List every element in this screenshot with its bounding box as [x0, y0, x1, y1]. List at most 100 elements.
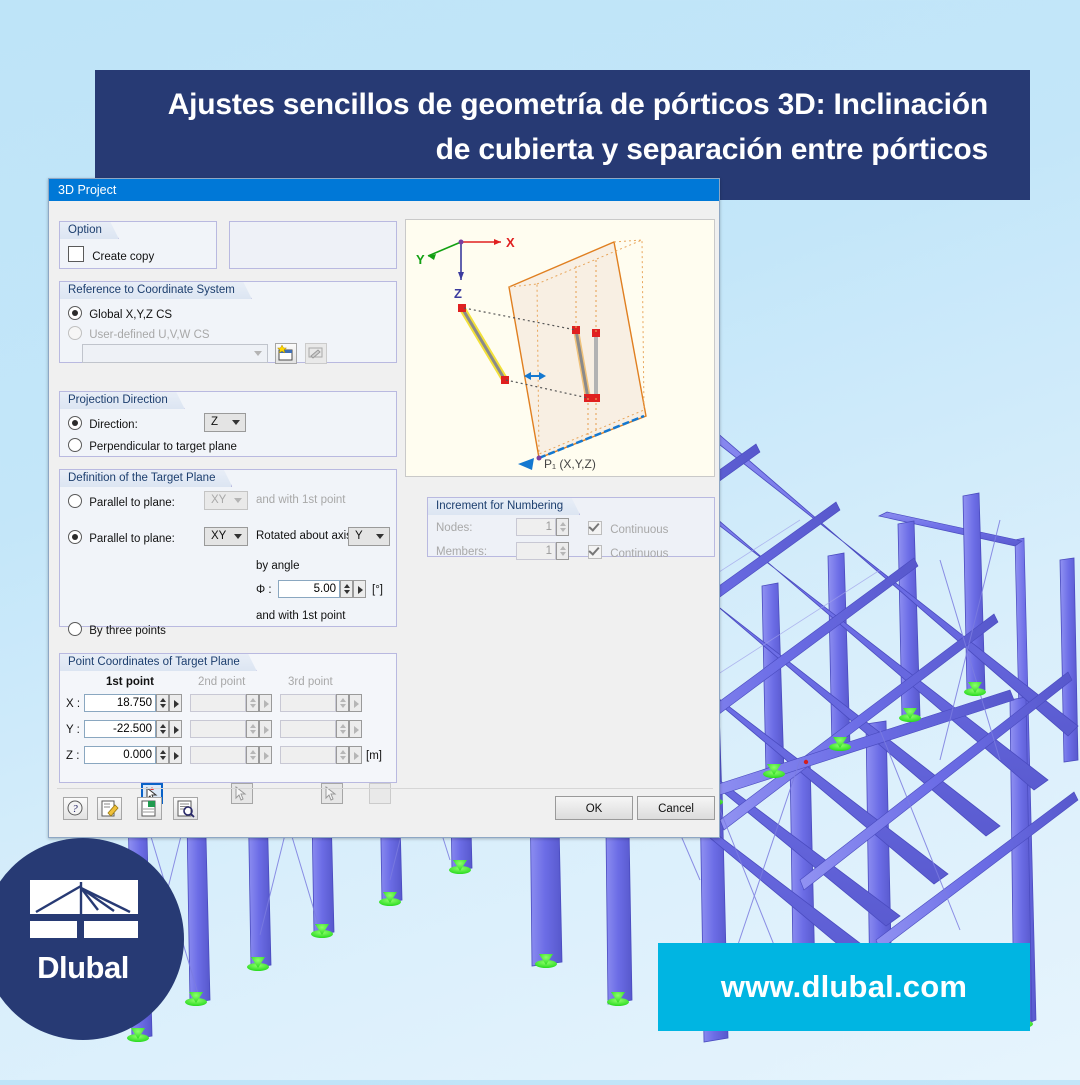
- column-header-1st-point: 1st point: [106, 676, 154, 688]
- members-increment-value: 1: [545, 545, 552, 557]
- coord-z-p3-pick[interactable]: [349, 746, 362, 764]
- coord-x-p1-input[interactable]: 18.750: [84, 694, 156, 712]
- spinner-up-icon: [160, 750, 166, 754]
- help-icon-button[interactable]: ?: [63, 797, 88, 820]
- label-coord-z: Z :: [66, 750, 80, 762]
- chevron-down-icon: [234, 498, 242, 503]
- spinner-up-icon: [250, 698, 256, 702]
- rotation-axis-select[interactable]: Y: [348, 527, 390, 546]
- direction-select[interactable]: Z: [204, 413, 246, 432]
- angle-input[interactable]: 5.00: [278, 580, 340, 598]
- coord-z-p3-spinner[interactable]: [336, 746, 349, 764]
- label-rotated-about-axis: Rotated about axis:: [256, 530, 356, 542]
- radio-global-cs[interactable]: [68, 306, 82, 320]
- dialog-titlebar: 3D Project: [49, 179, 719, 201]
- nodes-continuous-checkbox[interactable]: [588, 521, 602, 535]
- coord-y-p2-input[interactable]: [190, 720, 246, 738]
- label-by-three-points: By three points: [89, 625, 166, 637]
- edit-cs-button[interactable]: [305, 343, 327, 364]
- label-angle-symbol: Φ :: [256, 584, 272, 596]
- coord-z-p1-pick[interactable]: [169, 746, 182, 764]
- radio-direction[interactable]: [68, 416, 82, 430]
- spinner-down-icon: [250, 756, 256, 760]
- plane-select-2[interactable]: XY: [204, 527, 248, 546]
- axis-label-z: Z: [454, 286, 462, 301]
- members-increment-input[interactable]: 1: [516, 542, 556, 560]
- chevron-down-icon: [232, 420, 240, 425]
- radio-user-defined-cs[interactable]: [68, 326, 82, 340]
- plane-select-1[interactable]: XY: [204, 491, 248, 510]
- coord-x-p1-spinner[interactable]: [156, 694, 169, 712]
- new-cs-button[interactable]: [275, 343, 297, 364]
- coord-z-p3-input[interactable]: [280, 746, 336, 764]
- direction-select-value: Z: [211, 416, 219, 428]
- angle-spinner[interactable]: [340, 580, 353, 598]
- column-header-3rd-point: 3rd point: [288, 676, 333, 688]
- group-point-coordinates: Point Coordinates of Target Plane 1st po…: [59, 653, 397, 783]
- create-copy-checkbox[interactable]: [68, 246, 84, 262]
- radio-perpendicular[interactable]: [68, 438, 82, 452]
- radio-by-three-points[interactable]: [68, 622, 82, 636]
- coord-x-p3-pick[interactable]: [349, 694, 362, 712]
- label-members: Members:: [436, 546, 488, 558]
- excel-export-icon-button[interactable]: [137, 797, 162, 820]
- plane-select-2-value: XY: [211, 530, 227, 542]
- spinner-up-icon: [340, 750, 346, 754]
- coord-x-p1-pick[interactable]: [169, 694, 182, 712]
- rotation-axis-value: Y: [355, 530, 363, 542]
- website-url-text: www.dlubal.com: [720, 969, 968, 1004]
- spinner-down-icon: [250, 730, 256, 734]
- coord-x-p3-spinner[interactable]: [336, 694, 349, 712]
- angle-pick-arrow[interactable]: [353, 580, 366, 598]
- spinner-up-icon: [344, 584, 350, 588]
- spinner-up-icon: [340, 724, 346, 728]
- coord-z-p2-input[interactable]: [190, 746, 246, 764]
- label-by-angle: by angle: [256, 560, 300, 572]
- label-user-defined-cs: User-defined U,V,W CS: [89, 329, 210, 341]
- nodes-increment-input[interactable]: 1: [516, 518, 556, 536]
- spinner-up-icon: [160, 724, 166, 728]
- axis-label-x: X: [506, 235, 515, 250]
- coord-z-p1-spinner[interactable]: [156, 746, 169, 764]
- coord-y-p1-pick[interactable]: [169, 720, 182, 738]
- radio-parallel-plane-1[interactable]: [68, 494, 82, 508]
- cancel-button[interactable]: Cancel: [637, 796, 715, 820]
- coord-x-p2-spinner[interactable]: [246, 694, 259, 712]
- members-continuous-checkbox[interactable]: [588, 545, 602, 559]
- title-line-1: Ajustes sencillos de geometría de pórtic…: [167, 88, 988, 121]
- coord-y-p3-input[interactable]: [280, 720, 336, 738]
- members-continuous-label: Continuous: [610, 548, 669, 560]
- coord-y-p1-input[interactable]: -22.500: [84, 720, 156, 738]
- radio-parallel-plane-2[interactable]: [68, 530, 82, 544]
- group-increment-numbering: Increment for Numbering Nodes: 1 Continu…: [427, 497, 715, 560]
- coord-y-p1-spinner[interactable]: [156, 720, 169, 738]
- cs-select[interactable]: [82, 344, 268, 363]
- coord-z-p1-input[interactable]: 0.000: [84, 746, 156, 764]
- coord-y-p2-spinner[interactable]: [246, 720, 259, 738]
- group-target-plane-title: Definition of the Target Plane: [59, 469, 232, 487]
- spinner-down-icon: [560, 552, 566, 556]
- edit-icon-button[interactable]: [97, 797, 122, 820]
- coord-z-p2-pick[interactable]: [259, 746, 272, 764]
- coord-x-p2-pick[interactable]: [259, 694, 272, 712]
- label-and-with-1st-point-a: and with 1st point: [256, 494, 346, 506]
- label-nodes: Nodes:: [436, 522, 473, 534]
- nodes-increment-spinner[interactable]: [556, 518, 569, 536]
- label-direction: Direction:: [89, 419, 138, 431]
- spinner-up-icon: [560, 546, 566, 550]
- coord-y-p2-pick[interactable]: [259, 720, 272, 738]
- chevron-down-icon: [376, 534, 384, 539]
- coord-z-p2-spinner[interactable]: [246, 746, 259, 764]
- coord-x-p2-input[interactable]: [190, 694, 246, 712]
- spinner-up-icon: [250, 724, 256, 728]
- angle-input-value: 5.00: [313, 583, 336, 595]
- label-and-with-1st-point-b: and with 1st point: [256, 610, 346, 622]
- label-perpendicular: Perpendicular to target plane: [89, 441, 237, 453]
- coord-y-p1-value: -22.500: [112, 723, 152, 735]
- coord-y-p3-spinner[interactable]: [336, 720, 349, 738]
- preview-icon-button[interactable]: [173, 797, 198, 820]
- members-increment-spinner[interactable]: [556, 542, 569, 560]
- coord-x-p3-input[interactable]: [280, 694, 336, 712]
- coord-y-p3-pick[interactable]: [349, 720, 362, 738]
- ok-button[interactable]: OK: [555, 796, 633, 820]
